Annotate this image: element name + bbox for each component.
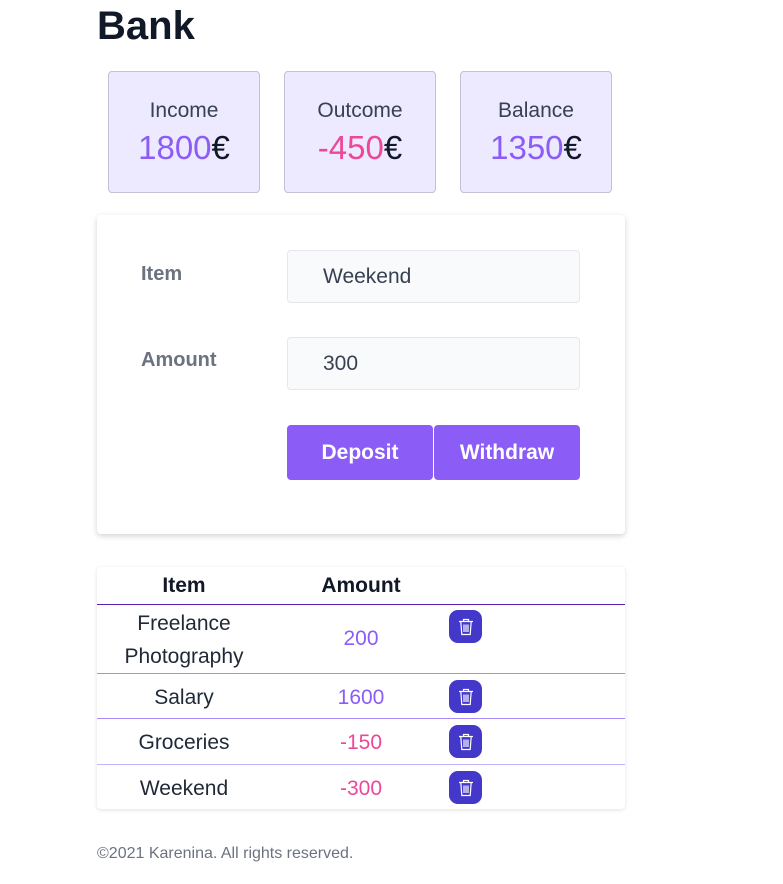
row-item: Salary: [154, 686, 214, 709]
delete-button[interactable]: [449, 680, 482, 713]
row-item: Groceries: [138, 731, 230, 754]
header-divider: [97, 604, 625, 605]
page-title: Bank: [97, 4, 195, 48]
amount-label: Amount: [141, 349, 217, 371]
income-value-wrap: 1800€: [109, 129, 259, 167]
item-label: Item: [141, 263, 183, 285]
amount-column-header: Amount: [321, 574, 401, 597]
transactions-table: Item Amount Freelance Photography 200 Sa…: [97, 567, 625, 809]
withdraw-button[interactable]: Withdraw: [434, 425, 580, 480]
balance-value: 1350: [490, 129, 564, 166]
item-input[interactable]: [287, 250, 580, 303]
footer-copyright: ©2021 Karenina. All rights reserved.: [97, 845, 354, 862]
delete-button[interactable]: [449, 771, 482, 804]
balance-value-wrap: 1350€: [461, 129, 611, 167]
balance-card: Balance 1350€: [460, 71, 612, 193]
row-item: Weekend: [139, 777, 229, 800]
trash-icon: [458, 733, 473, 750]
outcome-currency: €: [383, 129, 403, 166]
income-currency: €: [211, 129, 230, 166]
outcome-value: -450: [317, 129, 384, 166]
outcome-label: Outcome: [317, 99, 403, 122]
item-column-header: Item: [162, 574, 206, 597]
row-amount: 1600: [337, 686, 385, 709]
row-amount: 200: [343, 627, 379, 650]
transaction-form: Item Amount Deposit Withdraw: [97, 215, 625, 534]
row-divider: [97, 718, 625, 719]
income-value: 1800: [138, 129, 212, 166]
outcome-card: Outcome -450€: [284, 71, 436, 193]
trash-icon: [458, 779, 473, 796]
delete-button[interactable]: [449, 725, 482, 758]
row-item: Freelance Photography: [124, 612, 244, 668]
row-divider: [97, 764, 625, 765]
row-divider: [97, 673, 625, 674]
trash-icon: [458, 688, 473, 705]
deposit-button[interactable]: Deposit: [287, 425, 433, 480]
balance-currency: €: [563, 129, 582, 166]
row-amount: -150: [339, 731, 383, 754]
outcome-value-wrap: -450€: [285, 129, 435, 167]
income-label: Income: [149, 99, 219, 122]
trash-icon: [458, 618, 473, 635]
income-card: Income 1800€: [108, 71, 260, 193]
balance-label: Balance: [498, 99, 574, 122]
row-amount: -300: [339, 777, 383, 800]
delete-button[interactable]: [449, 610, 482, 643]
amount-input[interactable]: [287, 337, 580, 390]
